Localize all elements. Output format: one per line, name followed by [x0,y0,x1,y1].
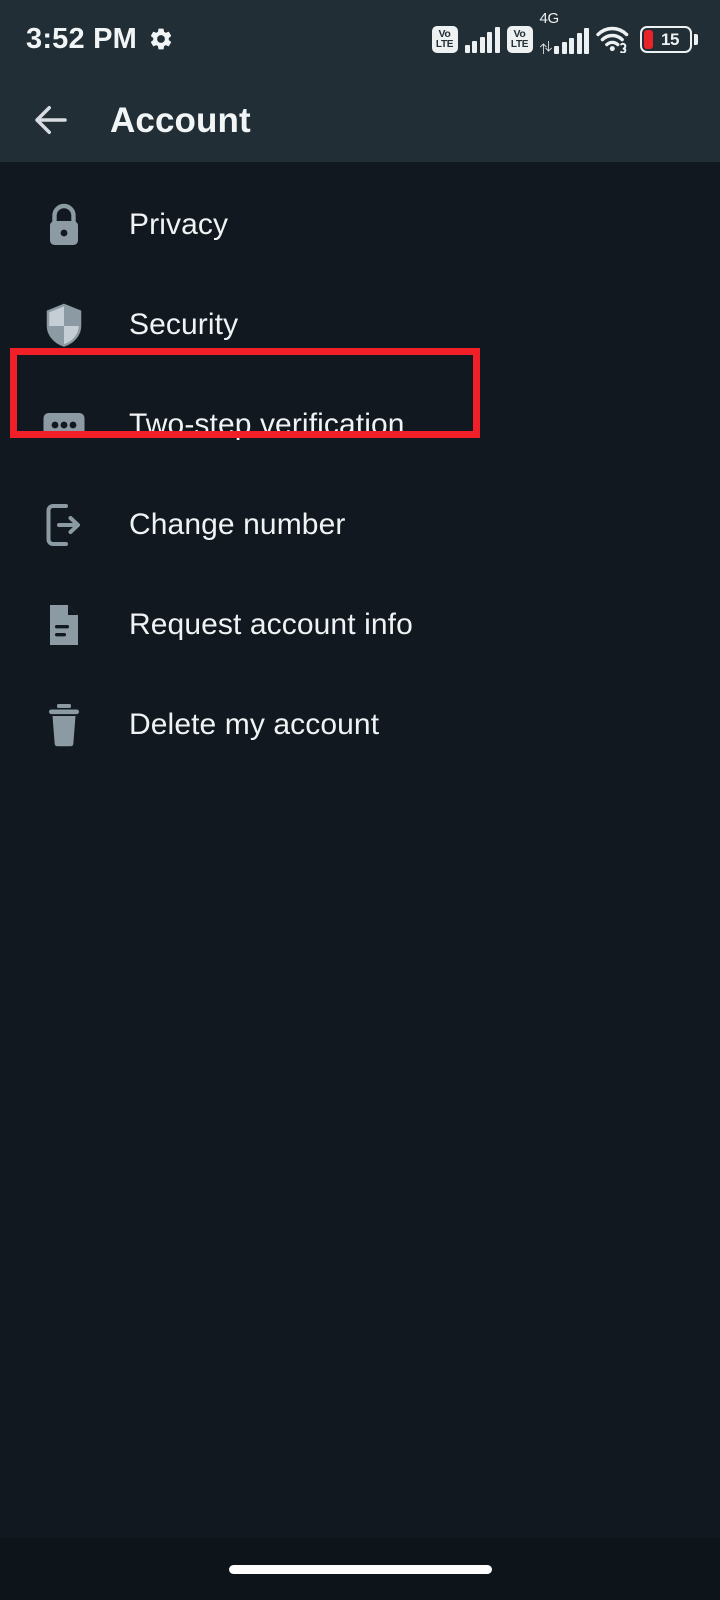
gear-icon [148,26,174,52]
back-arrow-icon[interactable] [30,99,72,141]
clock: 3:52 PM [26,22,137,55]
battery-low-icon: 15 [640,25,698,53]
list-item-request-account-info[interactable]: Request account info [0,575,720,675]
list-item-change-number[interactable]: Change number [0,475,720,575]
network-type-group: 4G [539,11,589,54]
list-item-two-step-verification[interactable]: Two-step verification [0,375,720,475]
list-item-label: Privacy [129,208,229,241]
list-item-label: Change number [129,508,346,541]
list-item-privacy[interactable]: Privacy [0,175,720,275]
list-item-security[interactable]: Security [0,275,720,375]
status-bar: 3:52 PM Vo LTE Vo LTE 4G 15 [0,0,720,78]
shield-icon [40,301,88,349]
settings-list: Privacy Security Two-step verification C… [0,162,720,1538]
volte-lte-text: LTE [510,38,529,50]
wifi-icon [596,25,630,53]
navigation-bar [0,1538,720,1600]
volte-vo-text: Vo [438,27,451,40]
phone-screen: 3:52 PM Vo LTE Vo LTE 4G 15 Account Priv… [0,0,720,1600]
network-type-label: 4G [539,10,560,27]
list-item-label: Request account info [129,608,413,641]
lock-icon [40,201,88,249]
volte-vo-text: Vo [513,27,526,40]
phone-exit-arrow-icon [40,501,88,549]
document-icon [40,601,88,649]
list-item-label: Security [129,308,239,341]
three-dots-box-icon [40,401,88,449]
battery-cap [694,33,698,45]
data-transfer-arrows-icon [539,41,552,54]
list-item-label: Delete my account [129,708,380,741]
status-bar-left: 3:52 PM [26,22,174,55]
signal-bars-icon-sim1 [464,26,500,53]
trash-icon [40,701,88,749]
signal-bars-icon-sim2 [554,27,589,54]
list-item-delete-my-account[interactable]: Delete my account [0,675,720,775]
list-item-label: Two-step verification [129,408,405,441]
home-gesture-pill[interactable] [228,1564,492,1574]
volte-lte-text: LTE [435,38,454,50]
volte-badge-sim2: Vo LTE [506,25,533,53]
volte-badge-sim1: Vo LTE [431,25,458,53]
battery-fill [644,29,653,49]
battery-percent-text: 15 [660,29,680,49]
status-bar-right: Vo LTE Vo LTE 4G 15 [431,11,698,54]
signal-group-sim2 [539,27,589,54]
page-title: Account [110,100,251,140]
app-bar: Account [0,78,720,162]
